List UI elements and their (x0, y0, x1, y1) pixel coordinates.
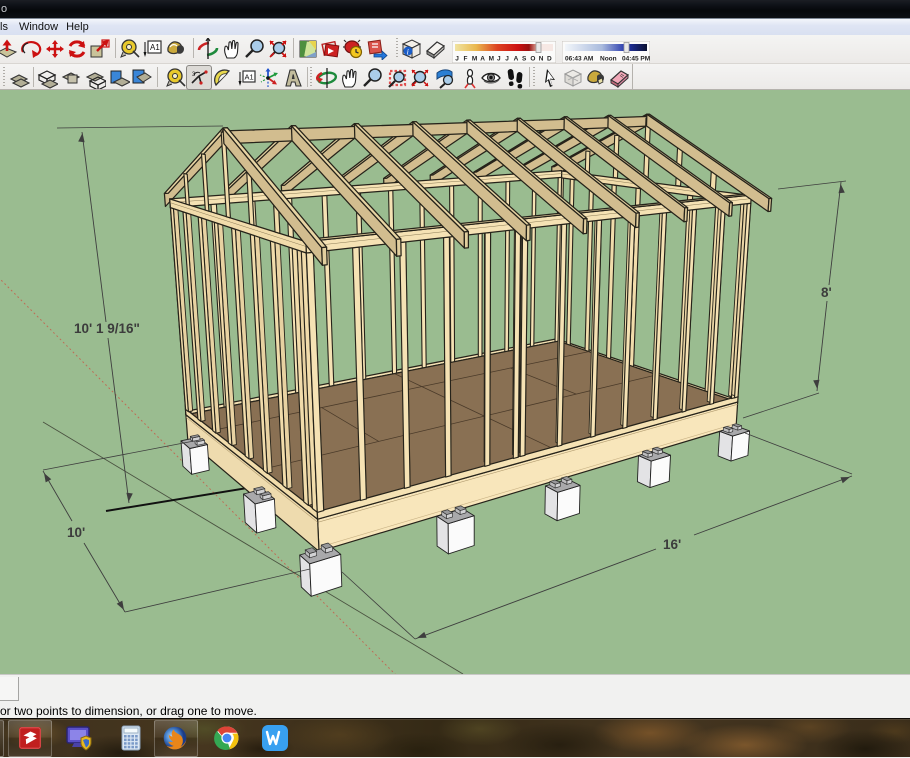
svg-text:Noon: Noon (600, 56, 617, 63)
svg-text:J: J (505, 56, 509, 63)
svg-text:S: S (522, 56, 527, 63)
svg-text:D: D (547, 56, 552, 63)
svg-text:J: J (497, 56, 501, 63)
svg-text:06:43 AM: 06:43 AM (565, 56, 593, 63)
svg-text:A: A (480, 56, 485, 63)
svg-text:i: i (407, 47, 409, 56)
svg-text:O: O (530, 56, 535, 63)
svg-text:16': 16' (663, 537, 681, 552)
svg-text:N: N (539, 56, 544, 63)
svg-text:M: M (472, 56, 477, 63)
svg-text:A: A (514, 56, 519, 63)
svg-text:M: M (489, 56, 494, 63)
svg-text:A1: A1 (245, 73, 254, 82)
svg-text:8': 8' (821, 285, 832, 300)
svg-text:10' 1 9/16": 10' 1 9/16" (74, 321, 140, 336)
svg-text:04:45 PM: 04:45 PM (622, 56, 650, 63)
svg-text:F: F (464, 56, 468, 63)
svg-text:A1: A1 (150, 43, 160, 52)
svg-text:J: J (455, 56, 459, 63)
svg-text:10': 10' (67, 525, 85, 540)
